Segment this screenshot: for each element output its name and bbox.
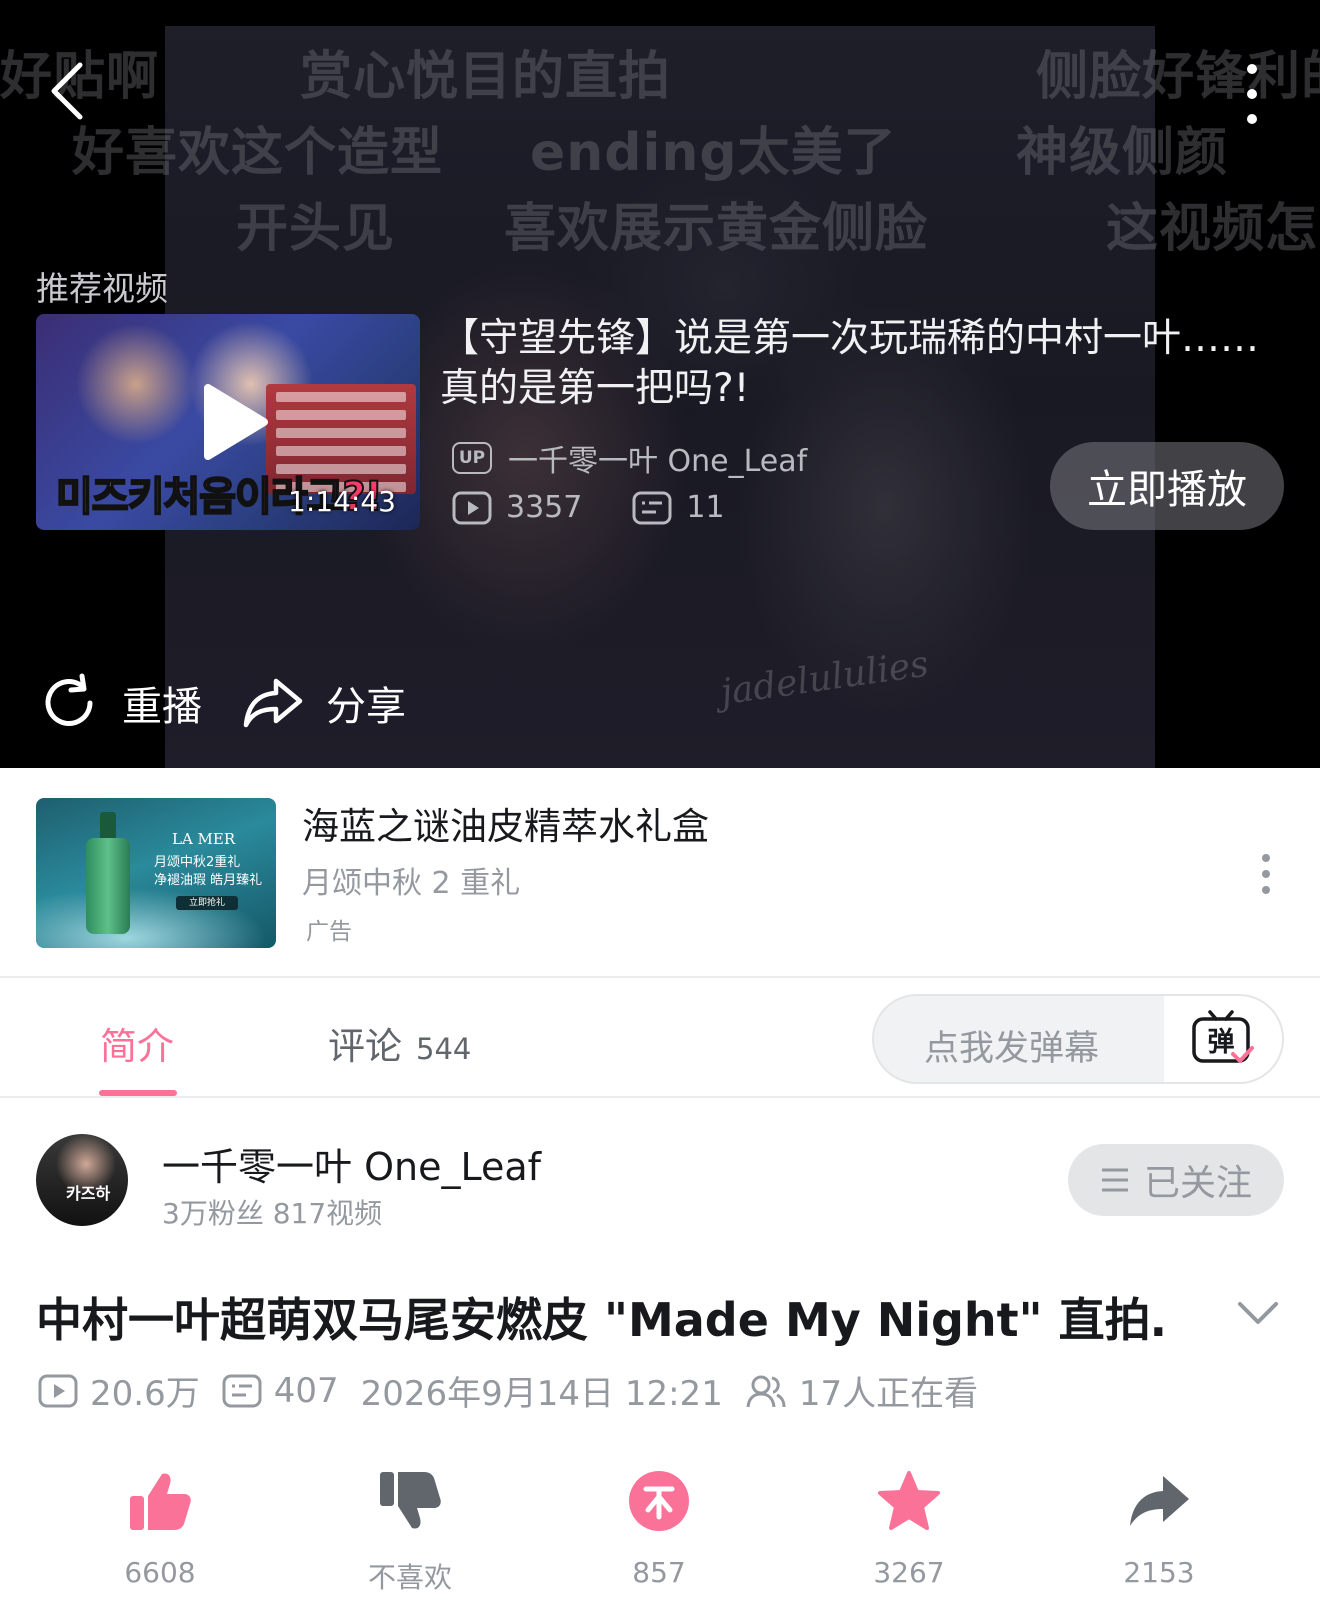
coin-count: 857 (632, 1556, 686, 1589)
recommended-stats: 3357 11 (452, 490, 725, 525)
video-player[interactable]: jadelululies 好贴啊 赏心悦目的直拍 侧脸好锋利的 好喜欢这个造型 … (0, 0, 1320, 768)
star-icon (878, 1471, 940, 1530)
action-bar: 6608 不喜欢 857 3267 2153 (0, 1468, 1320, 1598)
danmaku-text: 侧脸好锋利的 (1036, 47, 1320, 107)
replay-label: 重播 (122, 684, 202, 730)
like-count: 6608 (124, 1556, 196, 1589)
danmaku-text: 这视频怎么 (1106, 199, 1320, 259)
share-icon (243, 678, 303, 728)
danmaku-icon-char: 弹 (1208, 1027, 1235, 1058)
comment-count: 544 (416, 1032, 472, 1066)
ad-brand: LA MER (172, 830, 236, 848)
ad-subtitle: 月颂中秋 2 重礼 (302, 866, 521, 901)
danmaku-input[interactable]: 点我发弹幕 弹 (872, 994, 1284, 1084)
ad-label: 广告 (306, 919, 352, 945)
danmaku-toggle-button[interactable]: 弹 (1164, 996, 1282, 1082)
play-count-icon (452, 491, 492, 524)
danmaku-text: 神级侧颜 (1016, 123, 1229, 183)
uploader-meta: 3万粉丝 817视频 (162, 1197, 383, 1230)
more-icon[interactable] (1232, 64, 1272, 124)
tab-bar: 简介 评论 544 点我发弹幕 弹 (0, 980, 1320, 1098)
danmaku-toggle-icon: 弹 (1192, 1010, 1254, 1063)
tab-comments-label: 评论 (328, 1025, 402, 1068)
danmaku-count-icon (632, 491, 672, 524)
uploader-name[interactable]: 一千零一叶 One_Leaf (162, 1136, 541, 1191)
danmaku-count: 11 (686, 490, 725, 525)
view-count: 3357 (506, 490, 583, 525)
share-count: 2153 (1123, 1556, 1195, 1589)
tab-underline (99, 1090, 177, 1096)
danmaku-text: ending太美了 (530, 123, 897, 183)
chevron-left-icon (51, 62, 83, 120)
share-overlay-button[interactable]: 分享 (242, 674, 406, 732)
share-icon (1130, 1476, 1189, 1526)
recommended-thumbnail[interactable]: 미즈키처음이라고?! 1:14:43 (36, 314, 420, 530)
avatar-text: 카즈하 (66, 1184, 111, 1203)
play-icon (204, 384, 268, 460)
video-stats: 20.6万 407 2026年9月14日 12:21 17人正在看 (38, 1366, 1000, 1415)
ad-more-icon[interactable] (1256, 854, 1276, 894)
ad-thumb-text: 月颂中秋2重礼 (154, 855, 241, 870)
follow-button[interactable]: 已关注 (1068, 1144, 1284, 1216)
back-button[interactable] (42, 56, 92, 126)
danmaku-text: 喜欢展示黄金侧脸 (504, 199, 929, 259)
uploader-name: 一千零一叶 One_Leaf (508, 444, 808, 479)
danmaku-text: 开头见 (236, 199, 396, 259)
coin-icon (629, 1471, 689, 1531)
product-bottle (86, 812, 130, 934)
video-title: 中村一叶超萌双马尾安燃皮 "Made My Night" 直拍… (36, 1293, 1166, 1347)
share-button[interactable]: 2153 (1079, 1468, 1239, 1589)
danmaku-text: 赏心悦目的直拍 (300, 47, 672, 107)
coin-button[interactable]: 857 (579, 1468, 739, 1589)
like-button[interactable]: 6608 (80, 1468, 240, 1589)
danmaku-placeholder: 点我发弹幕 (924, 1029, 1100, 1069)
menu-icon (1101, 1168, 1128, 1192)
publish-date: 2026年9月14日 12:21 (360, 1374, 723, 1414)
ad-thumb-cta: 立即抢礼 (176, 896, 238, 910)
view-count: 20.6万 (90, 1374, 200, 1414)
danmaku-text: 好喜欢这个造型 (72, 123, 444, 183)
dislike-label: 不喜欢 (367, 1561, 452, 1594)
ad-thumb-text: 净褪油瑕 皓月臻礼 (154, 873, 263, 888)
recommended-uploader: UP 一千零一叶 One_Leaf (452, 436, 807, 480)
up-badge-icon: UP (452, 442, 492, 474)
tab-comments[interactable]: 评论 544 (328, 1016, 471, 1070)
avatar[interactable]: 카즈하 (36, 1134, 128, 1226)
danmaku-count: 407 (273, 1370, 339, 1411)
tab-intro[interactable]: 简介 (100, 1016, 174, 1070)
play-now-button[interactable]: 立即播放 (1050, 442, 1284, 530)
video-duration: 1:14:43 (288, 485, 396, 518)
ad-title[interactable]: 海蓝之谜油皮精萃水礼盒 (302, 796, 709, 850)
thumbs-down-icon (380, 1472, 441, 1529)
chevron-down-icon[interactable] (1236, 1298, 1280, 1328)
favorite-count: 3267 (873, 1556, 945, 1589)
danmaku-count-icon (222, 1374, 262, 1407)
thumbs-up-icon (130, 1473, 191, 1530)
dislike-button[interactable]: 不喜欢 (330, 1468, 490, 1596)
recommended-title[interactable]: 【守望先锋】说是第一次玩瑞稀的中村一叶……真的是第一把吗?! (440, 314, 1280, 414)
recommend-label: 推荐视频 (36, 269, 168, 308)
follow-label: 已关注 (1143, 1163, 1252, 1204)
replay-icon (45, 673, 93, 726)
replay-button[interactable]: 重播 (38, 672, 202, 734)
viewers-icon (746, 1375, 786, 1407)
ad-thumbnail[interactable]: LA MER 月颂中秋2重礼 净褪油瑕 皓月臻礼 立即抢礼 (36, 798, 276, 948)
play-count-icon (38, 1374, 78, 1407)
thumbnail-text: 미즈키 (55, 473, 165, 521)
favorite-button[interactable]: 3267 (829, 1468, 989, 1589)
watching-count: 17人正在看 (798, 1374, 979, 1414)
share-label: 分享 (326, 684, 406, 730)
